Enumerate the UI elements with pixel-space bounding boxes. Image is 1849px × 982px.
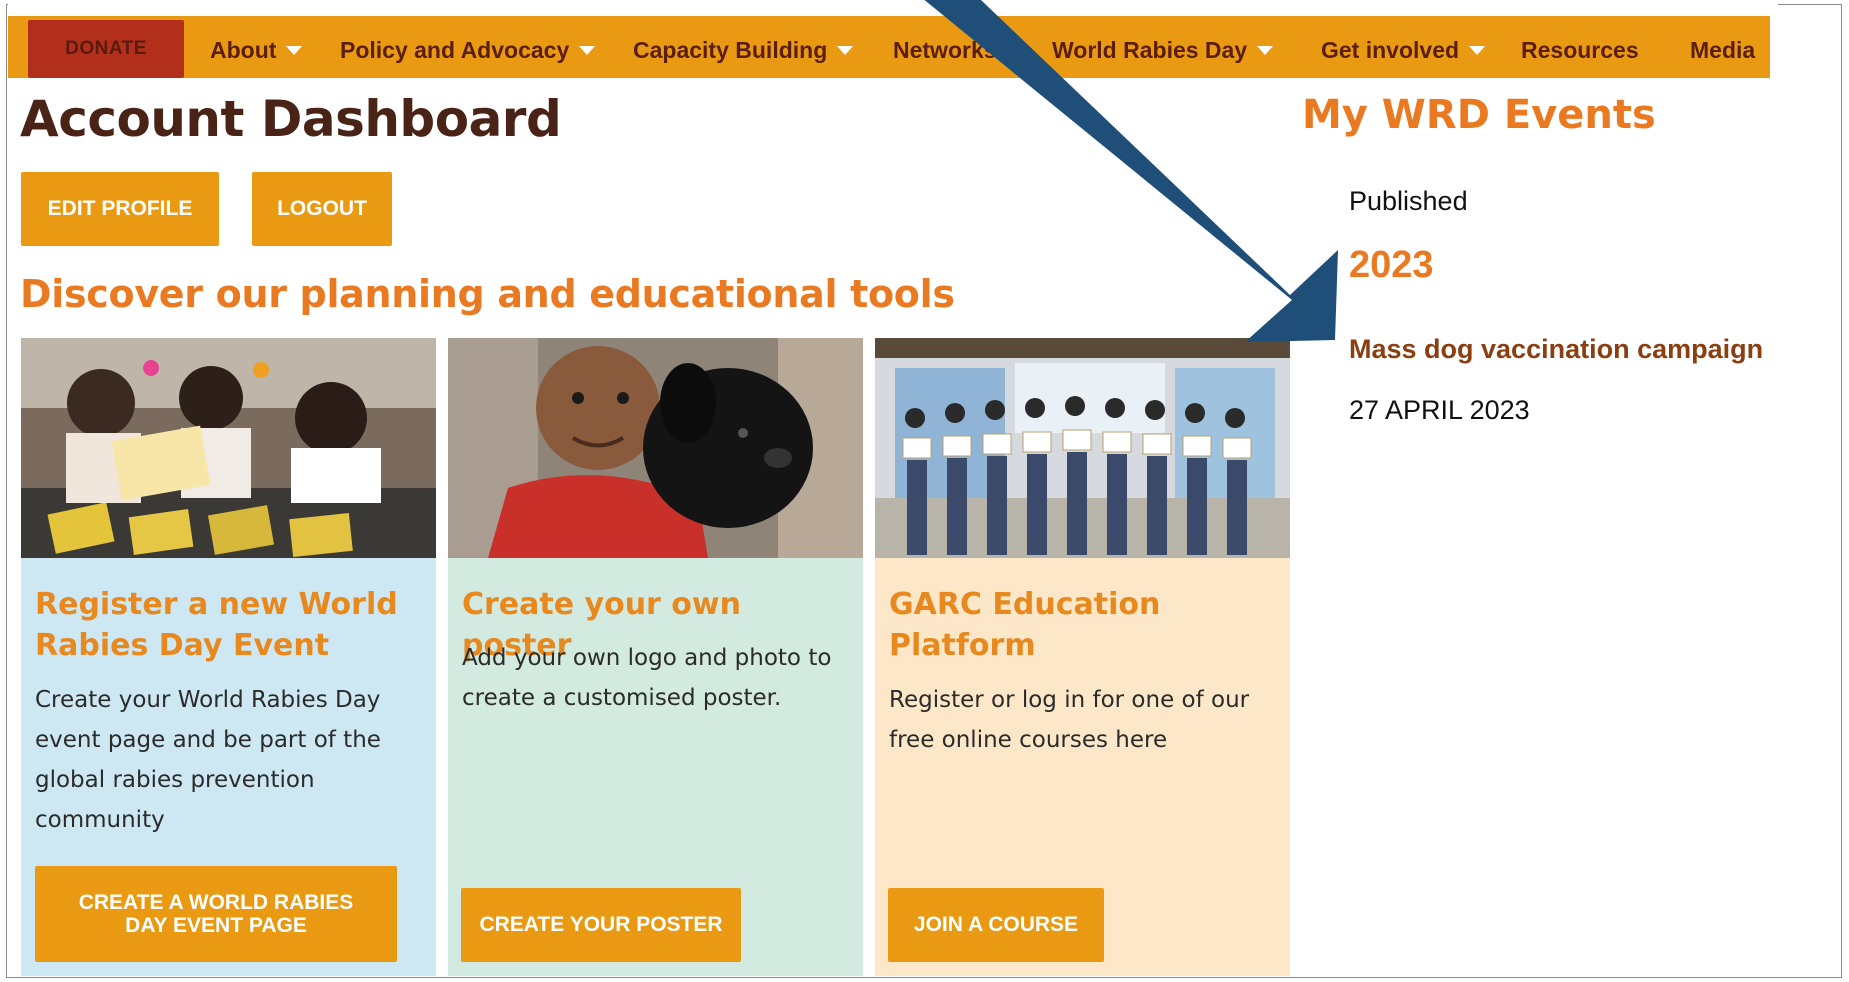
join-course-button[interactable]: JOIN A COURSE [888,888,1104,962]
card-description: Register or log in for one of our free o… [889,687,1250,753]
card-create-poster: Create your own poster Add your own logo… [448,558,863,976]
chevron-down-icon [579,45,596,55]
card-description: Add your own logo and photo to create a … [462,645,832,711]
nav-item-label: Capacity Building [633,36,828,63]
nav-item-label: Get involved [1321,36,1460,63]
card-title: GARC Education Platform [889,587,1161,663]
create-event-page-button[interactable]: CREATE A WORLD RABIES DAY EVENT PAGE [35,866,397,962]
nav-item-label: Resources [1521,36,1639,63]
event-link[interactable]: Mass dog vaccination campaign [1349,334,1763,365]
nav-item-media[interactable]: Media [1690,30,1755,70]
donate-button[interactable]: DONATE [28,20,184,78]
nav-item-resources[interactable]: Resources [1521,30,1639,70]
nav-item-networks[interactable]: Networks [893,30,1023,70]
status-label: Published [1349,186,1468,216]
card-register-event: Register a new World Rabies Day Event Cr… [21,558,436,976]
nav-item-label: Networks [893,36,997,63]
nav-item-policy-and-advocacy[interactable]: Policy and Advocacy [340,30,596,70]
nav-item-label: About [210,36,277,63]
nav-item-get-involved[interactable]: Get involved [1321,30,1486,70]
sidebar-title: My WRD Events [1302,92,1656,138]
card-image-children-leaflets [21,338,436,558]
chevron-down-icon [1006,45,1023,55]
card-image-boy-with-puppy [448,338,863,558]
top-utility-strip [8,4,1778,16]
chevron-down-icon [1257,45,1274,55]
create-poster-button[interactable]: CREATE YOUR POSTER [461,888,741,962]
nav-item-label: Media [1690,36,1756,63]
year-heading: 2023 [1349,244,1434,286]
nav-item-world-rabies-day[interactable]: World Rabies Day [1052,30,1274,70]
card-education-platform: GARC Education Platform Register or log … [875,558,1290,976]
nav-item-label: Policy and Advocacy [340,36,570,63]
edit-profile-button[interactable]: EDIT PROFILE [21,172,219,246]
chevron-down-icon [837,45,854,55]
card-description: Create your World Rabies Day event page … [35,687,381,833]
nav-item-label: World Rabies Day [1052,36,1248,63]
logout-button[interactable]: LOGOUT [252,172,392,246]
card-image-group-certificates [875,338,1290,558]
page-title: Account Dashboard [20,90,562,148]
tools-heading: Discover our planning and educational to… [20,272,955,316]
card-title: Register a new World Rabies Day Event [35,587,398,663]
nav-item-about[interactable]: About [210,30,303,70]
event-date: 27 APRIL 2023 [1349,395,1530,425]
chevron-down-icon [286,45,303,55]
nav-item-capacity-building[interactable]: Capacity Building [633,30,854,70]
chevron-down-icon [1469,45,1486,55]
